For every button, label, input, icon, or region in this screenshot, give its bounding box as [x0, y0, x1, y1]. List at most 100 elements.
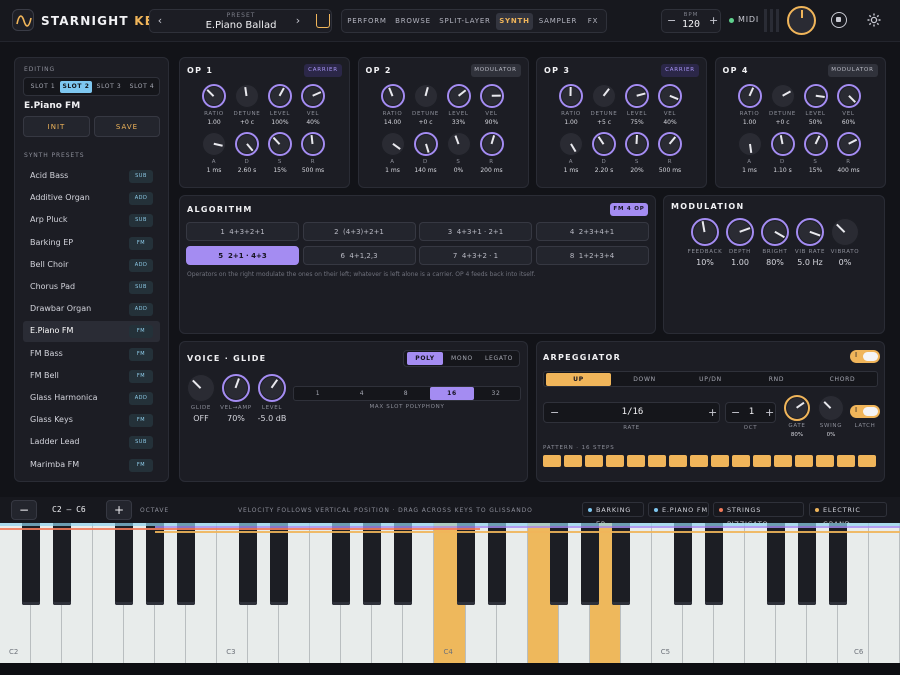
black-key[interactable]: [53, 523, 72, 605]
black-key[interactable]: [580, 523, 599, 605]
save-button[interactable]: SAVE: [94, 116, 160, 137]
preset-list-item[interactable]: Glass Harmonica ADD: [23, 388, 160, 409]
black-key[interactable]: [456, 523, 475, 605]
tab-split-layer[interactable]: SPLIT-LAYER: [437, 13, 493, 30]
algorithm-option[interactable]: 8 1+2+3+4: [535, 246, 649, 265]
preset-list-item[interactable]: Marimba FM FM: [23, 455, 160, 476]
op-r-knob[interactable]: [836, 132, 861, 156]
arp-step[interactable]: [606, 455, 624, 467]
record-icon[interactable]: [831, 12, 847, 28]
black-key[interactable]: [673, 523, 692, 605]
glide-knob[interactable]: [187, 374, 215, 402]
arp-step[interactable]: [732, 455, 750, 467]
octave-up-button[interactable]: +: [106, 500, 132, 520]
op-a-knob[interactable]: [202, 132, 226, 156]
slot-4[interactable]: SLOT 4: [126, 81, 158, 93]
layer-chip[interactable]: ELECTRIC GRAND: [809, 502, 887, 528]
op-detune-knob[interactable]: [413, 84, 438, 108]
arp-mode-updn[interactable]: UP/DN: [678, 373, 743, 386]
op-s-knob[interactable]: [625, 132, 649, 156]
preset-list-item[interactable]: Chorus Pad SUB: [23, 277, 160, 298]
slot-1[interactable]: SLOT 1: [27, 81, 59, 93]
black-key[interactable]: [487, 523, 506, 605]
black-key[interactable]: [704, 523, 723, 605]
preset-list-item[interactable]: Additive Organ ADD: [23, 188, 160, 209]
op-level-knob[interactable]: [803, 84, 828, 108]
op-ratio-knob[interactable]: [737, 84, 762, 108]
preset-list-item[interactable]: Drawbar Organ ADD: [23, 299, 160, 320]
tab-sampler[interactable]: SAMPLER: [536, 13, 580, 30]
layer-chip[interactable]: E.PIANO FM: [648, 502, 709, 517]
black-key[interactable]: [363, 523, 382, 605]
preset-list-item[interactable]: Ladder Lead SUB: [23, 432, 160, 453]
preset-list-item[interactable]: FM Bass FM: [23, 344, 160, 365]
op-r-knob[interactable]: [301, 132, 325, 156]
preset-list-item[interactable]: Bell Choir ADD: [23, 255, 160, 276]
arp-step[interactable]: [774, 455, 792, 467]
op-s-knob[interactable]: [268, 132, 292, 156]
algorithm-option[interactable]: 5 2+1 · 4+3: [186, 246, 299, 265]
layer-chip[interactable]: BARKING EP: [582, 502, 644, 528]
algorithm-option[interactable]: 6 4+1,2,3: [302, 246, 416, 265]
layer-chip[interactable]: STRINGS PIZZICATO: [713, 502, 804, 528]
voice-mode-mono[interactable]: MONO: [444, 352, 480, 365]
arp-step[interactable]: [858, 455, 876, 467]
algorithm-option[interactable]: 4 2+3+4+1: [535, 222, 649, 241]
init-button[interactable]: INIT: [23, 116, 90, 137]
vel-amp-knob[interactable]: [222, 374, 250, 402]
algorithm-option[interactable]: 1 4+3+2+1: [186, 222, 299, 241]
arp-step[interactable]: [627, 455, 645, 467]
op-r-knob[interactable]: [658, 132, 682, 156]
black-key[interactable]: [611, 523, 630, 605]
master-volume-knob[interactable]: [787, 6, 816, 35]
polyphony-8[interactable]: 8: [384, 387, 428, 400]
octave-down-button[interactable]: −: [11, 500, 37, 520]
preset-list-item[interactable]: Barking EP FM: [23, 233, 160, 254]
arpeggiator-enable-toggle[interactable]: I: [850, 350, 880, 363]
arp-step[interactable]: [690, 455, 708, 467]
voice-mode-poly[interactable]: POLY: [407, 352, 443, 365]
op-vel-knob[interactable]: [658, 84, 682, 108]
op-level-knob[interactable]: [268, 84, 292, 108]
black-key[interactable]: [177, 523, 196, 605]
polyphony-4[interactable]: 4: [340, 387, 384, 400]
black-key[interactable]: [332, 523, 351, 605]
arp-step[interactable]: [585, 455, 603, 467]
black-key[interactable]: [828, 523, 847, 605]
arp-gate-knob[interactable]: [784, 395, 810, 421]
black-key[interactable]: [394, 523, 413, 605]
white-key-c6[interactable]: [868, 523, 900, 663]
op-s-knob[interactable]: [446, 132, 471, 156]
polyphony-16[interactable]: 16: [430, 387, 474, 400]
preset-list-item[interactable]: E.Piano FM FM: [23, 321, 160, 343]
op-s-knob[interactable]: [803, 132, 828, 156]
op-d-knob[interactable]: [235, 132, 259, 156]
op-a-knob[interactable]: [737, 132, 762, 156]
black-key[interactable]: [766, 523, 785, 605]
slot-2[interactable]: SLOT 2: [60, 81, 92, 93]
black-key[interactable]: [239, 523, 258, 605]
preset-list-item[interactable]: Glass Keys FM: [23, 410, 160, 431]
black-key[interactable]: [549, 523, 568, 605]
op-ratio-knob[interactable]: [380, 84, 405, 108]
arp-mode-rnd[interactable]: RND: [744, 373, 809, 386]
arp-step[interactable]: [648, 455, 666, 467]
arp-oct-increase-button[interactable]: +: [765, 406, 774, 419]
black-key[interactable]: [115, 523, 134, 605]
arp-step[interactable]: [795, 455, 813, 467]
preset-list-item[interactable]: Arp Pluck SUB: [23, 210, 160, 231]
op-level-knob[interactable]: [625, 84, 649, 108]
algorithm-option[interactable]: 2 (4+3)+2+1: [302, 222, 416, 241]
op-a-knob[interactable]: [380, 132, 405, 156]
op-d-knob[interactable]: [770, 132, 795, 156]
mod-depth-knob[interactable]: [726, 218, 754, 246]
arp-step[interactable]: [816, 455, 834, 467]
op-vel-knob[interactable]: [836, 84, 861, 108]
tab-perform[interactable]: PERFORM: [345, 13, 389, 30]
op-ratio-knob[interactable]: [202, 84, 226, 108]
arp-step[interactable]: [543, 455, 561, 467]
preset-list-item[interactable]: FM Bell FM: [23, 366, 160, 387]
tab-synth[interactable]: SYNTH: [496, 13, 533, 30]
black-key[interactable]: [270, 523, 289, 605]
preset-selector[interactable]: ‹ PRESET E.Piano Ballad ›: [149, 9, 332, 33]
